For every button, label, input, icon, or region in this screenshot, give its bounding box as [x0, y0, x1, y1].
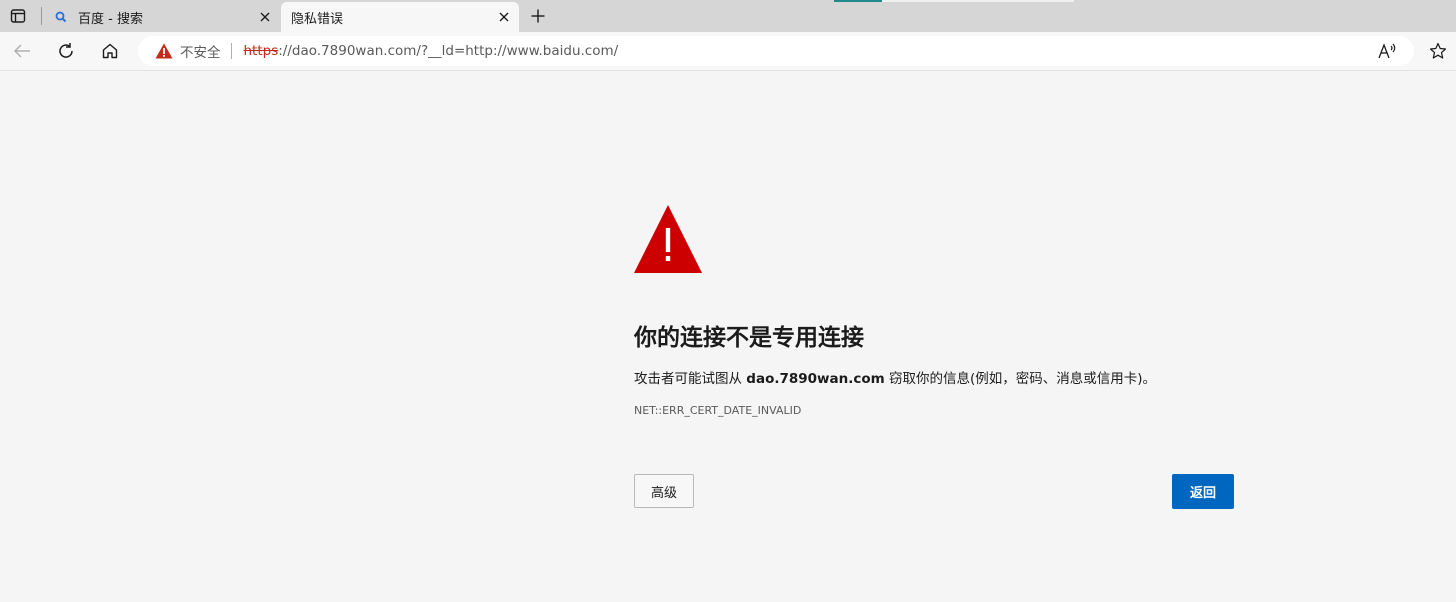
address-bar[interactable]: 不安全 https ://dao.7890wan.com /?__ld=http…: [138, 36, 1414, 66]
close-icon: [499, 12, 509, 22]
description-text: 窃取你的信息(例如，密码、消息或信用卡)。: [884, 371, 1157, 387]
warning-triangle-icon[interactable]: [155, 43, 173, 59]
arrow-left-icon: [13, 44, 30, 58]
tab-baidu-search[interactable]: 百度 - 搜索: [46, 2, 280, 32]
tab-actions-button[interactable]: [4, 4, 32, 28]
search-icon: [54, 10, 68, 24]
tab-title: 隐私错误: [291, 11, 344, 27]
tab-strip: 百度 - 搜索 隐私错误: [0, 0, 1456, 32]
url-scheme: https: [243, 43, 279, 59]
close-tab-button[interactable]: [495, 8, 513, 26]
tab-privacy-error[interactable]: 隐私错误: [281, 2, 519, 32]
star-icon: [1429, 42, 1447, 59]
new-tab-button[interactable]: [526, 4, 550, 28]
not-secure-label[interactable]: 不安全: [180, 41, 221, 61]
tab-title: 百度 - 搜索: [78, 11, 143, 27]
plus-icon: [531, 9, 545, 23]
description-host: dao.7890wan.com: [746, 371, 885, 387]
title-bar-accent: [834, 0, 1074, 2]
close-tab-button[interactable]: [256, 8, 274, 26]
warning-triangle-icon: [634, 205, 702, 273]
error-description: 攻击者可能试图从 dao.7890wan.com 窃取你的信息(例如，密码、消息…: [634, 367, 1156, 387]
back-button[interactable]: 返回: [1172, 474, 1234, 509]
error-code[interactable]: NET::ERR_CERT_DATE_INVALID: [634, 404, 801, 417]
url-host: ://dao.7890wan.com: [278, 43, 417, 59]
tab-separator: [41, 7, 42, 25]
read-aloud-icon: [1378, 43, 1396, 59]
error-page: 你的连接不是专用连接 攻击者可能试图从 dao.7890wan.com 窃取你的…: [0, 71, 1456, 602]
close-icon: [260, 12, 270, 22]
favorite-button[interactable]: [1424, 37, 1452, 65]
browser-toolbar: 不安全 https ://dao.7890wan.com /?__ld=http…: [0, 32, 1456, 71]
error-title: 你的连接不是专用连接: [634, 325, 864, 351]
refresh-icon: [59, 43, 73, 58]
back-button[interactable]: [8, 37, 36, 65]
read-aloud-button[interactable]: [1378, 36, 1398, 66]
refresh-button[interactable]: [52, 37, 80, 65]
advanced-button[interactable]: 高级: [634, 474, 694, 508]
address-divider: [230, 43, 232, 59]
description-text: 攻击者可能试图从: [634, 371, 747, 387]
home-icon: [102, 43, 118, 59]
tab-actions-icon: [10, 9, 26, 23]
home-button[interactable]: [96, 37, 124, 65]
url-path: /?__ld=http://www.baidu.com/: [416, 43, 619, 59]
